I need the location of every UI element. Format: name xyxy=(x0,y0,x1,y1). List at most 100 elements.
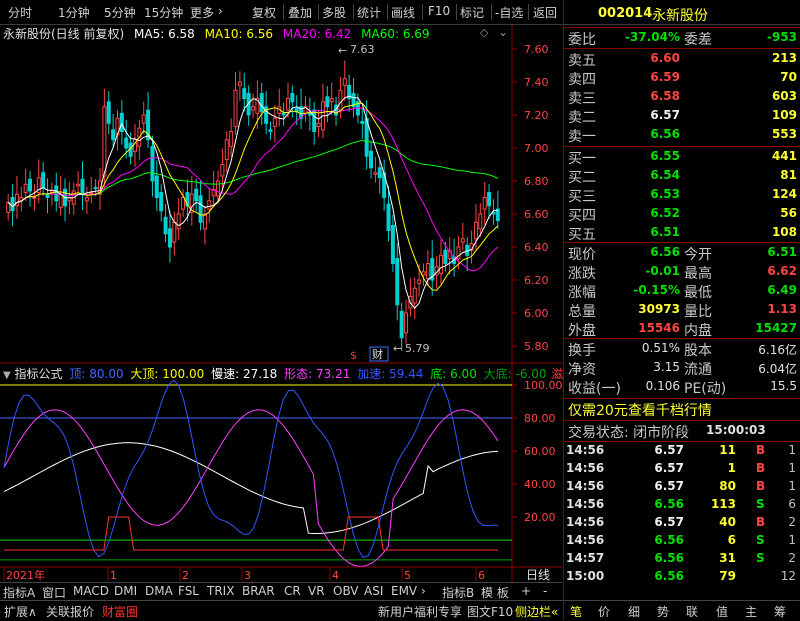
buy-row[interactable]: 买一 6.55 441 xyxy=(564,148,800,167)
toolbar-duogu-button[interactable]: 多股 xyxy=(322,4,346,21)
tuwen-f10-button[interactable]: 图文F10 xyxy=(467,603,513,620)
caifuquan-button[interactable]: 财富圈 xyxy=(102,603,138,620)
tab-zhibiao-a[interactable]: 指标A xyxy=(3,584,35,601)
tick-price: 6.57 xyxy=(654,515,684,529)
toolbar-more-button[interactable]: 更多 xyxy=(190,4,214,21)
sell-row[interactable]: 卖一 6.56 553 xyxy=(564,126,800,145)
tab-brar[interactable]: BRAR xyxy=(242,584,275,598)
tick-volume: 40 xyxy=(719,515,736,529)
candle-body xyxy=(233,89,238,128)
tab-minus-button[interactable]: - xyxy=(543,584,547,598)
tab-zhibiao-b[interactable]: 指标B xyxy=(442,584,474,601)
tab-obv[interactable]: OBV xyxy=(333,584,359,598)
tab-cr[interactable]: CR xyxy=(284,584,301,598)
tick-price: 6.57 xyxy=(654,461,684,475)
candle-body xyxy=(106,101,111,124)
tab-emv[interactable]: EMV xyxy=(391,584,417,598)
fund-label-left: 换手 xyxy=(568,343,596,359)
toolbar-tab-5min[interactable]: 5分钟 xyxy=(104,4,136,21)
price-gridlines: 7.60 7.40 7.20 7.00 6.80 6.60 6.40 6.20 6.00 5.80 xyxy=(512,43,549,353)
toolbar-back-button[interactable]: 返回 xyxy=(533,4,557,21)
expand-button[interactable]: 扩展∧ xyxy=(4,603,37,620)
buy-row[interactable]: 买二 6.54 81 xyxy=(564,167,800,186)
price-tick-label: 6.60 xyxy=(524,208,549,221)
toolbar-tongji-button[interactable]: 统计 xyxy=(357,4,381,21)
tab-macd[interactable]: MACD xyxy=(73,584,109,598)
fund-value-right: 6.16亿 xyxy=(758,343,797,357)
candle-body xyxy=(377,167,382,179)
kline-chart-area[interactable]: 永新股份(日线 前复权) MA5: 6.58 MA10: 6.56 MA20: … xyxy=(0,25,563,620)
tick-count: 1 xyxy=(788,461,796,475)
fund-label-right: 股本 xyxy=(684,343,712,359)
candle-body xyxy=(325,96,330,108)
toolbar-zixuan-button[interactable]: -自选 xyxy=(495,4,523,21)
tab-asi[interactable]: ASI xyxy=(364,584,383,598)
toolbar-f10-button[interactable]: F10 xyxy=(428,4,450,18)
candle-body xyxy=(23,183,28,194)
tab-vr[interactable]: VR xyxy=(308,584,325,598)
toolbar-tab-fenshi[interactable]: 分时 xyxy=(8,4,32,21)
quote-label-left: 外盘 xyxy=(568,323,596,339)
sidebar-toggle-button[interactable]: 侧边栏« xyxy=(515,603,558,620)
toolbar-fuquan-button[interactable]: 复权 xyxy=(252,4,276,21)
tab-dma[interactable]: DMA xyxy=(145,584,173,598)
candle-body xyxy=(141,114,146,124)
sell-row[interactable]: 卖四 6.59 70 xyxy=(564,69,800,88)
tab-fsl[interactable]: FSL xyxy=(178,584,199,598)
buy-row[interactable]: 买五 6.51 108 xyxy=(564,224,800,243)
buy-price: 6.53 xyxy=(650,187,680,201)
quote-value-left: -0.15% xyxy=(633,283,680,297)
triangle-down-icon[interactable]: ▼ xyxy=(3,370,11,381)
tab-dmi[interactable]: DMI xyxy=(114,584,137,598)
indicator-tick-label: 40.00 xyxy=(524,478,556,491)
tab-chuangkou[interactable]: 窗口 xyxy=(42,584,66,601)
candle-body xyxy=(202,213,207,230)
period-label[interactable]: 日线 xyxy=(526,568,550,582)
candle-body xyxy=(399,310,404,339)
toolbar-huaxian-button[interactable]: 画线 xyxy=(391,4,415,21)
cai-marker[interactable]: 财 xyxy=(372,347,383,361)
toolbar-biaoji-button[interactable]: 标记 xyxy=(460,4,484,21)
new-user-welfare-link[interactable]: 新用户福利专享 xyxy=(378,603,462,620)
buy-volume: 124 xyxy=(771,187,797,201)
related-quote-button[interactable]: 关联报价 xyxy=(46,603,94,620)
dollar-marker[interactable]: $ xyxy=(350,349,357,362)
indicator-header: ▼ 指标公式 顶: 80.00 大顶: 100.00 慢速: 27.18 形态:… xyxy=(3,365,563,382)
tab-moban[interactable]: 模 板 xyxy=(481,584,509,601)
sell-row[interactable]: 卖三 6.58 603 xyxy=(564,88,800,107)
tick-row: 14:56 6.57 80 B 1 xyxy=(564,479,800,497)
buy-row[interactable]: 买三 6.53 124 xyxy=(564,186,800,205)
sell-price: 6.60 xyxy=(650,51,680,65)
tick-count: 1 xyxy=(788,479,796,493)
tab-trix[interactable]: TRIX xyxy=(207,584,234,598)
price-tick-label: 6.20 xyxy=(524,274,549,287)
toolbar-tab-15min[interactable]: 15分钟 xyxy=(144,4,183,21)
tab-more-arrow-icon[interactable]: › xyxy=(421,584,426,598)
fund-value-right: 15.5 xyxy=(770,379,797,393)
toolbar-diejia-button[interactable]: 叠加 xyxy=(288,4,312,21)
indicator-dadi: 大底: -6.00 xyxy=(483,367,547,381)
tick-count: 2 xyxy=(788,551,796,565)
tab-plus-button[interactable]: + xyxy=(521,584,531,598)
quote-value-right: 6.62 xyxy=(767,264,797,278)
stock-name: 永新股份 xyxy=(652,8,708,24)
candle-body xyxy=(80,178,85,195)
x-axis-label: 2021年 xyxy=(6,568,45,582)
indicator-name[interactable]: 指标公式 xyxy=(15,367,63,381)
quote-value-right: 6.49 xyxy=(767,283,797,297)
tick-volume: 31 xyxy=(719,551,736,565)
tick-count: 12 xyxy=(780,569,796,583)
tick-price: 6.57 xyxy=(654,479,684,493)
promo-row[interactable]: 仅需20元查看千档行情 xyxy=(564,400,800,420)
quote-value-right: 6.51 xyxy=(767,245,797,259)
tick-time: 14:56 xyxy=(566,497,605,511)
promo-link[interactable]: 仅需20元查看千档行情 xyxy=(568,400,712,420)
toolbar-tab-1min[interactable]: 1分钟 xyxy=(58,4,90,21)
quote-value-left: 15546 xyxy=(638,321,680,335)
quote-value-right: 1.13 xyxy=(767,302,797,316)
sell-level-label: 卖二 xyxy=(568,110,596,126)
buy-row[interactable]: 买四 6.52 56 xyxy=(564,205,800,224)
sell-row[interactable]: 卖五 6.60 213 xyxy=(564,50,800,69)
sell-row[interactable]: 卖二 6.57 109 xyxy=(564,107,800,126)
low-price-annotation: 5.79 xyxy=(405,342,430,355)
